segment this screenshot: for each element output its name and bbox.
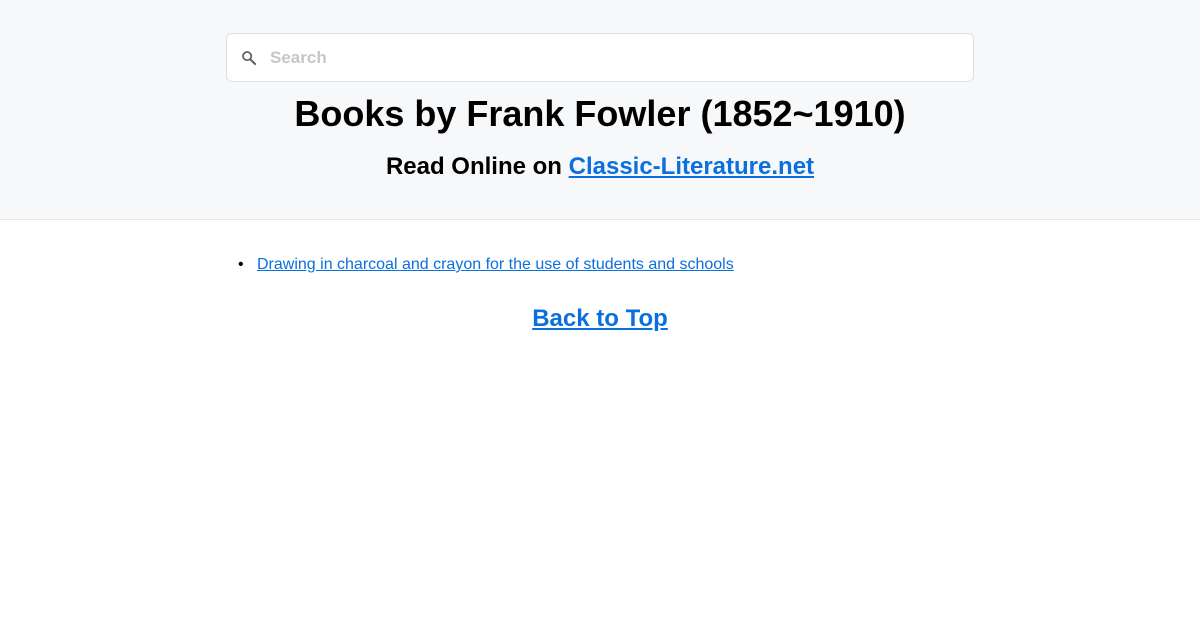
subtitle-prefix: Read Online on xyxy=(385,153,569,180)
search-input[interactable] xyxy=(270,34,960,81)
list-item: • Drawing in charcoal and crayon for the… xyxy=(238,254,734,276)
back-to-top-container: Back to Top xyxy=(0,303,1200,335)
search-box[interactable] xyxy=(226,33,974,82)
back-to-top-link[interactable]: Back to Top xyxy=(532,305,668,332)
search-icon xyxy=(242,51,257,66)
page-header: Books by Frank Fowler (1852~1910) Read O… xyxy=(0,0,1200,220)
book-list: • Drawing in charcoal and crayon for the… xyxy=(238,254,734,276)
bullet: • xyxy=(238,256,244,273)
page-title: Books by Frank Fowler (1852~1910) xyxy=(294,93,906,134)
book-link[interactable]: Drawing in charcoal and crayon for the u… xyxy=(257,256,734,273)
subtitle: Read Online on Classic-Literature.net xyxy=(0,151,1200,183)
site-link[interactable]: Classic-Literature.net xyxy=(569,153,814,180)
